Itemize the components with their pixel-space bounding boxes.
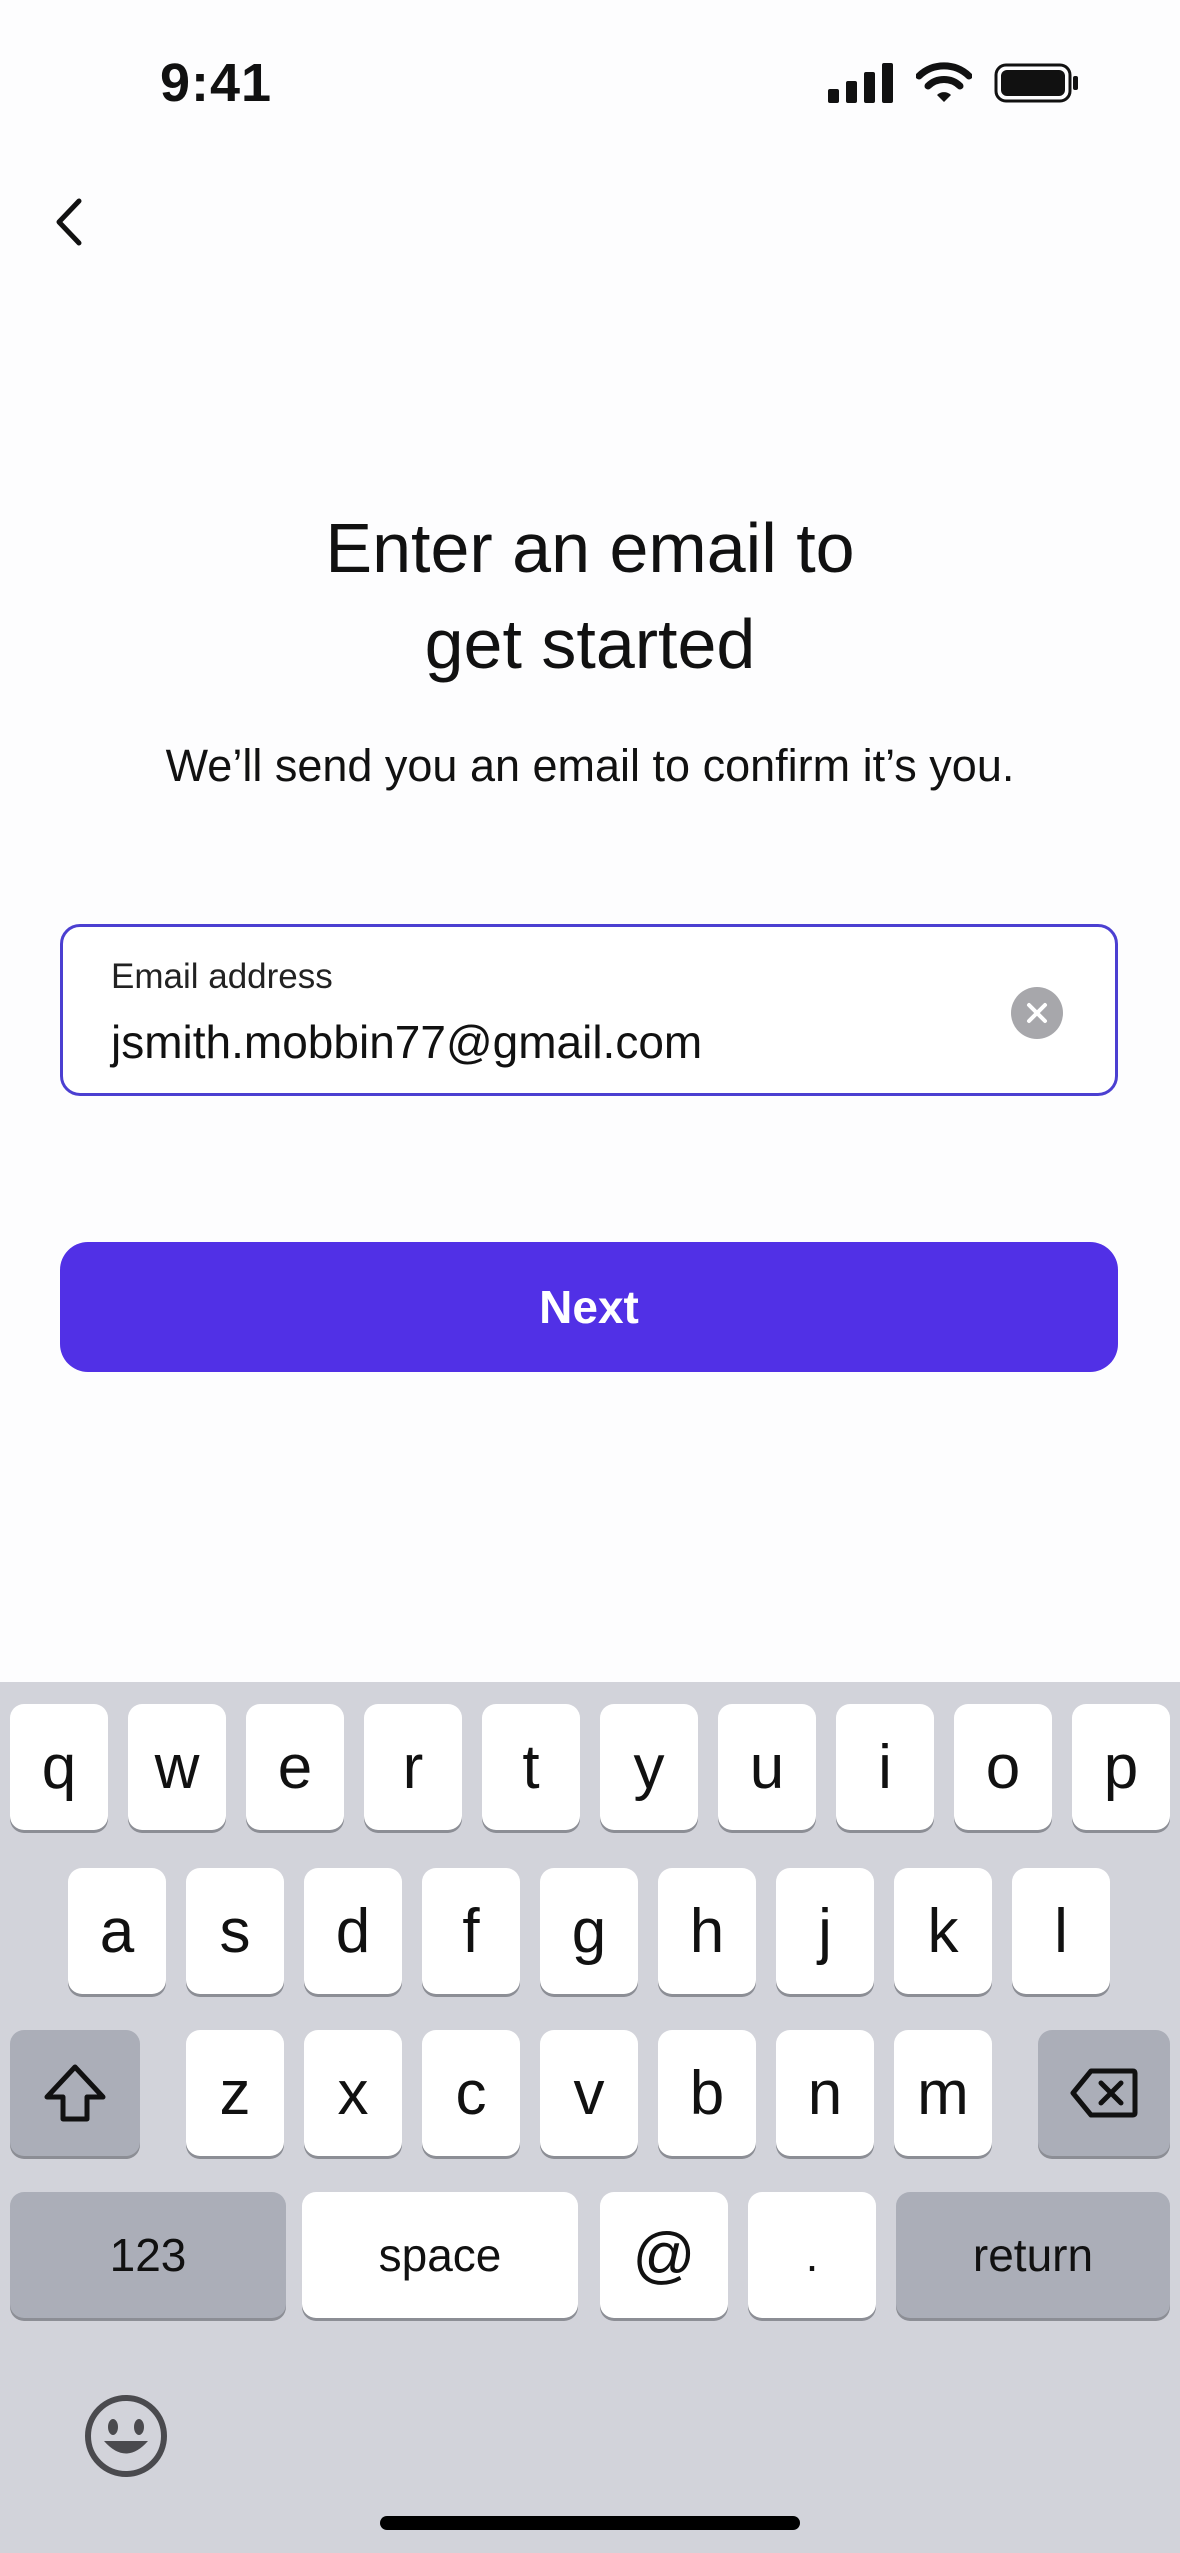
emoji-smiley-icon <box>85 2395 167 2477</box>
email-field-label: Email address <box>111 957 333 996</box>
status-bar: 9:41 <box>0 0 1180 170</box>
space-key[interactable]: space <box>302 2192 578 2318</box>
key-n[interactable]: n <box>776 2030 874 2156</box>
email-input[interactable]: jsmith.mobbin77@gmail.com <box>111 1015 702 1069</box>
key-i[interactable]: i <box>836 1704 934 1830</box>
page-subtitle: We’ll send you an email to confirm it’s … <box>165 740 1015 791</box>
key-w[interactable]: w <box>128 1704 226 1830</box>
page-title-line-2: get started <box>424 605 756 683</box>
email-field[interactable]: Email address jsmith.mobbin77@gmail.com <box>60 924 1118 1096</box>
return-key[interactable]: return <box>896 2192 1170 2318</box>
home-indicator <box>380 2516 800 2530</box>
delete-key[interactable] <box>1038 2030 1170 2156</box>
key-x[interactable]: x <box>304 2030 402 2156</box>
status-icons <box>828 62 1080 104</box>
close-icon <box>1027 1003 1047 1023</box>
shift-arrow-icon <box>44 2064 106 2122</box>
key-d[interactable]: d <box>304 1868 402 1994</box>
key-c[interactable]: c <box>422 2030 520 2156</box>
key-o[interactable]: o <box>954 1704 1052 1830</box>
chevron-left-icon <box>56 198 82 246</box>
key-m[interactable]: m <box>894 2030 992 2156</box>
next-button[interactable]: Next <box>60 1242 1118 1372</box>
key-l[interactable]: l <box>1012 1868 1110 1994</box>
key-f[interactable]: f <box>422 1868 520 1994</box>
key-e[interactable]: e <box>246 1704 344 1830</box>
keyboard: q w e r t y u i o p a s d f g h j k l z … <box>0 1682 1180 2553</box>
emoji-key[interactable] <box>84 2394 168 2478</box>
shift-key[interactable] <box>10 2030 140 2156</box>
period-key[interactable]: . <box>748 2192 876 2318</box>
key-t[interactable]: t <box>482 1704 580 1830</box>
page-title-line-1: Enter an email to <box>325 509 855 587</box>
page-title: Enter an email to get started <box>0 500 1180 692</box>
key-b[interactable]: b <box>658 2030 756 2156</box>
key-s[interactable]: s <box>186 1868 284 1994</box>
key-u[interactable]: u <box>718 1704 816 1830</box>
key-y[interactable]: y <box>600 1704 698 1830</box>
key-j[interactable]: j <box>776 1868 874 1994</box>
at-key[interactable]: @ <box>600 2192 728 2318</box>
cellular-signal-icon <box>828 63 893 103</box>
battery-icon <box>994 63 1078 103</box>
key-z[interactable]: z <box>186 2030 284 2156</box>
back-button[interactable] <box>36 190 100 254</box>
key-a[interactable]: a <box>68 1868 166 1994</box>
key-g[interactable]: g <box>540 1868 638 1994</box>
delete-backspace-icon <box>1070 2068 1138 2118</box>
key-p[interactable]: p <box>1072 1704 1170 1830</box>
key-k[interactable]: k <box>894 1868 992 1994</box>
numbers-key[interactable]: 123 <box>10 2192 286 2318</box>
clear-input-button[interactable] <box>1011 987 1063 1039</box>
wifi-icon <box>916 62 972 102</box>
key-v[interactable]: v <box>540 2030 638 2156</box>
key-r[interactable]: r <box>364 1704 462 1830</box>
key-h[interactable]: h <box>658 1868 756 1994</box>
status-time: 9:41 <box>160 53 273 113</box>
key-q[interactable]: q <box>10 1704 108 1830</box>
